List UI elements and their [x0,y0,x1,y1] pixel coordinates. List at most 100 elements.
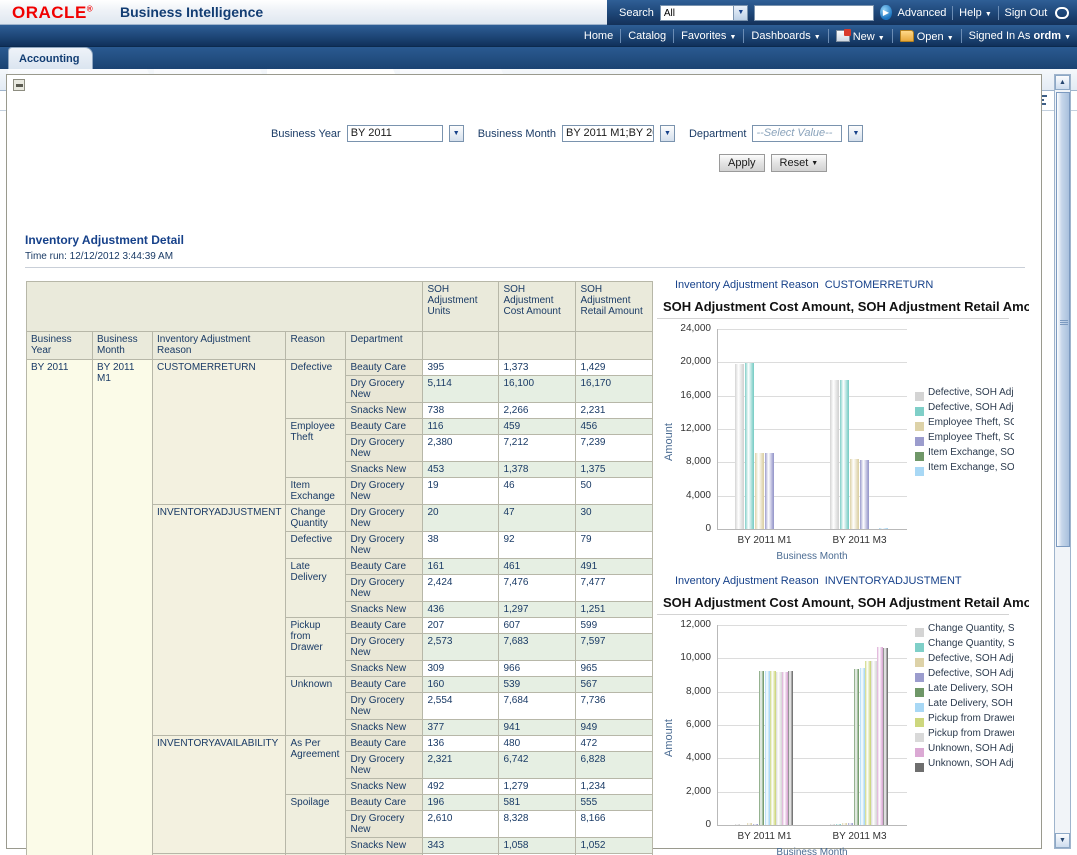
cell-department[interactable]: Dry Grocery New [346,505,423,532]
cell-department[interactable]: Dry Grocery New [346,575,423,602]
dashboard-group-tab-accounting[interactable]: Accounting [8,47,93,69]
collapse-section-button[interactable] [13,79,25,91]
legend-item[interactable]: Defective, SOH Adjustment Cost Amount [915,653,1014,667]
cell-reason[interactable]: Pickup from Drawer [286,618,346,677]
chart-bar[interactable] [747,823,752,825]
cell-department[interactable]: Dry Grocery New [346,376,423,403]
nav-open[interactable]: Open ▼ [900,30,954,43]
legend-item[interactable]: Defective, SOH Adjustment Retail Amount [915,668,1014,682]
cell-reason[interactable]: Change Quantity [286,505,346,532]
chart-bar[interactable] [782,672,787,825]
chart-bar[interactable] [871,661,876,825]
legend-item[interactable]: Pickup from Drawer, SOH Adjustment Cost … [915,713,1014,727]
department-dropdown-icon[interactable]: ▼ [848,125,863,142]
header-soh-adjustment-cost-amount[interactable]: SOH Adjustment Cost Amount [499,282,576,332]
legend-item[interactable]: Defective, SOH Adjustment Cost Amount [915,387,1014,401]
cell-department[interactable]: Dry Grocery New [346,634,423,661]
legend-item[interactable]: Change Quantity, SOH Adjustment Cost Amo… [915,623,1014,637]
chart-bar[interactable] [745,363,754,529]
legend-item[interactable]: Employee Theft, SOH Adjustment Cost Amou… [915,417,1014,431]
chart-bar[interactable] [735,824,740,825]
cell-department[interactable]: Beauty Care [346,618,423,634]
cell-department[interactable]: Snacks New [346,403,423,419]
cell-inventory-adjustment-reason[interactable]: INVENTORYADJUSTMENT [153,505,286,736]
scroll-thumb[interactable] [1056,92,1070,547]
chart-bar[interactable] [879,528,888,529]
legend-item[interactable]: Pickup from Drawer, SOH Adjustment Retai… [915,728,1014,742]
scroll-down-icon[interactable]: ▼ [1055,833,1070,848]
chart-bar[interactable] [860,668,865,825]
header-soh-adjustment-retail-amount[interactable]: SOH Adjustment Retail Amount [576,282,653,332]
cell-department[interactable]: Snacks New [346,602,423,618]
cell-reason[interactable]: Defective [286,532,346,559]
chart-bar[interactable] [850,459,859,529]
nav-catalog[interactable]: Catalog [628,30,666,42]
cell-reason[interactable]: Defective [286,360,346,419]
search-scope-select[interactable]: All ▼ [660,5,749,21]
signed-in-as[interactable]: Signed In As ordm ▼ [969,30,1071,42]
nav-favorites[interactable]: Favorites ▼ [681,30,736,42]
cell-department[interactable]: Beauty Care [346,736,423,752]
business-month-value[interactable]: BY 2011 M1;BY 2011 [562,125,654,142]
chart-bar[interactable] [830,824,835,825]
chart-bar[interactable] [755,453,764,529]
advanced-link[interactable]: Advanced [898,7,947,19]
cell-department[interactable]: Beauty Care [346,559,423,575]
nav-new[interactable]: New ▼ [836,30,885,43]
search-input[interactable] [754,5,874,21]
header-business-year[interactable]: Business Year [27,332,93,360]
scroll-up-icon[interactable]: ▲ [1055,75,1070,90]
chart-bar[interactable] [770,671,775,825]
cell-department[interactable]: Beauty Care [346,795,423,811]
legend-item[interactable]: Late Delivery, SOH Adjustment Cost Amoun… [915,683,1014,697]
header-inventory-adjustment-reason[interactable]: Inventory Adjustment Reason [153,332,286,360]
cell-department[interactable]: Dry Grocery New [346,752,423,779]
cell-department[interactable]: Dry Grocery New [346,811,423,838]
chart-bar[interactable] [854,669,859,825]
chart-bar[interactable] [753,824,758,825]
chart-bar[interactable] [741,825,746,826]
cell-department[interactable]: Snacks New [346,462,423,478]
cell-reason[interactable]: Employee Theft [286,419,346,478]
chart-bar[interactable] [776,672,781,825]
legend-item[interactable]: Item Exchange, SOH Adjustment Retail Amo… [915,462,1014,476]
chart-bar[interactable] [759,671,764,825]
header-soh-adjustment-units[interactable]: SOH Adjustment Units [423,282,499,332]
business-year-dropdown-icon[interactable]: ▼ [449,125,464,142]
chart-bar[interactable] [765,453,774,529]
cell-department[interactable]: Beauty Care [346,677,423,693]
apply-button[interactable]: Apply [719,154,765,172]
cell-department[interactable]: Snacks New [346,720,423,736]
chart-bar[interactable] [848,823,853,825]
business-year-value[interactable]: BY 2011 [347,125,443,142]
department-value[interactable]: --Select Value-- [752,125,842,142]
cell-reason[interactable]: As Per Agreement [286,736,346,795]
chart-bar[interactable] [836,824,841,825]
page-scrollbar[interactable]: ▲ ▼ [1054,74,1071,849]
cell-department[interactable]: Snacks New [346,779,423,795]
legend-item[interactable]: Employee Theft, SOH Adjustment Retail Am… [915,432,1014,446]
sign-out-link[interactable]: Sign Out [1005,7,1048,19]
legend-item[interactable]: Unknown, SOH Adjustment Cost Amount [915,743,1014,757]
chart-bar[interactable] [788,671,793,825]
nav-home[interactable]: Home [584,30,613,42]
cell-inventory-adjustment-reason[interactable]: CUSTOMERRETURN [153,360,286,505]
cell-business-year[interactable]: BY 2011 [27,360,93,855]
cell-department[interactable]: Beauty Care [346,419,423,435]
chart-bar[interactable] [883,648,888,825]
header-business-month[interactable]: Business Month [93,332,153,360]
legend-item[interactable]: Defective, SOH Adjustment Retail Amount [915,402,1014,416]
legend-item[interactable]: Late Delivery, SOH Adjustment Retail Amo… [915,698,1014,712]
legend-item[interactable]: Change Quantity, SOH Adjustment Retail A… [915,638,1014,652]
chart-bar[interactable] [840,380,849,529]
chart-bar[interactable] [860,460,869,529]
chart-bar[interactable] [865,661,870,825]
cell-reason[interactable]: Spoilage [286,795,346,854]
nav-dashboards[interactable]: Dashboards ▼ [751,30,820,42]
cell-department[interactable]: Beauty Care [346,360,423,376]
chevron-down-icon[interactable]: ▼ [733,6,747,20]
reset-button[interactable]: Reset▼ [771,154,828,172]
cell-business-month[interactable]: BY 2011 M1 [93,360,153,855]
chart-bar[interactable] [842,823,847,825]
chart-bar[interactable] [735,364,744,529]
